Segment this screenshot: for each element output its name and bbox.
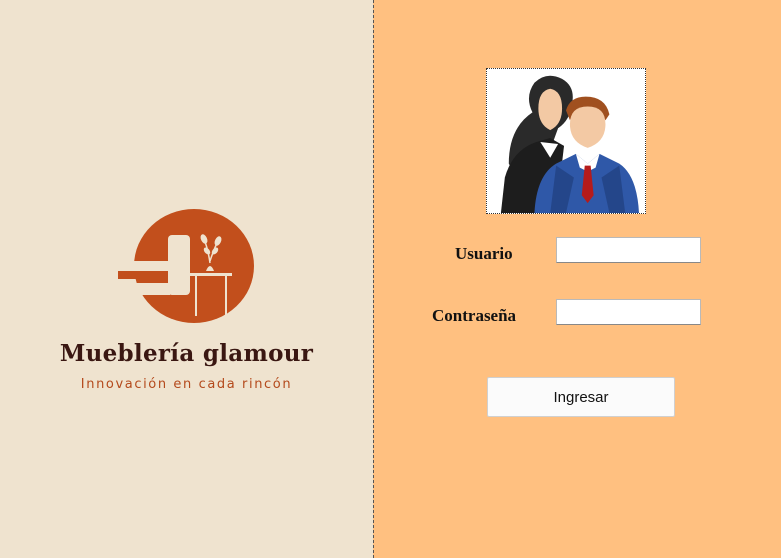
branding-panel: Mueblería glamour Innovación en cada rin…	[0, 0, 373, 558]
username-label: Usuario	[455, 244, 513, 263]
username-input[interactable]	[556, 237, 701, 263]
login-button[interactable]: Ingresar	[487, 377, 675, 417]
login-panel: Usuario Contraseña Ingresar	[374, 0, 781, 558]
brand-name: Mueblería glamour	[59, 340, 314, 367]
furniture-logo-icon	[110, 205, 260, 327]
brand-tagline: Innovación en cada rincón	[80, 377, 293, 392]
users-avatar-icon	[486, 68, 646, 214]
password-input[interactable]	[556, 299, 701, 325]
password-label: Contraseña	[432, 306, 517, 325]
